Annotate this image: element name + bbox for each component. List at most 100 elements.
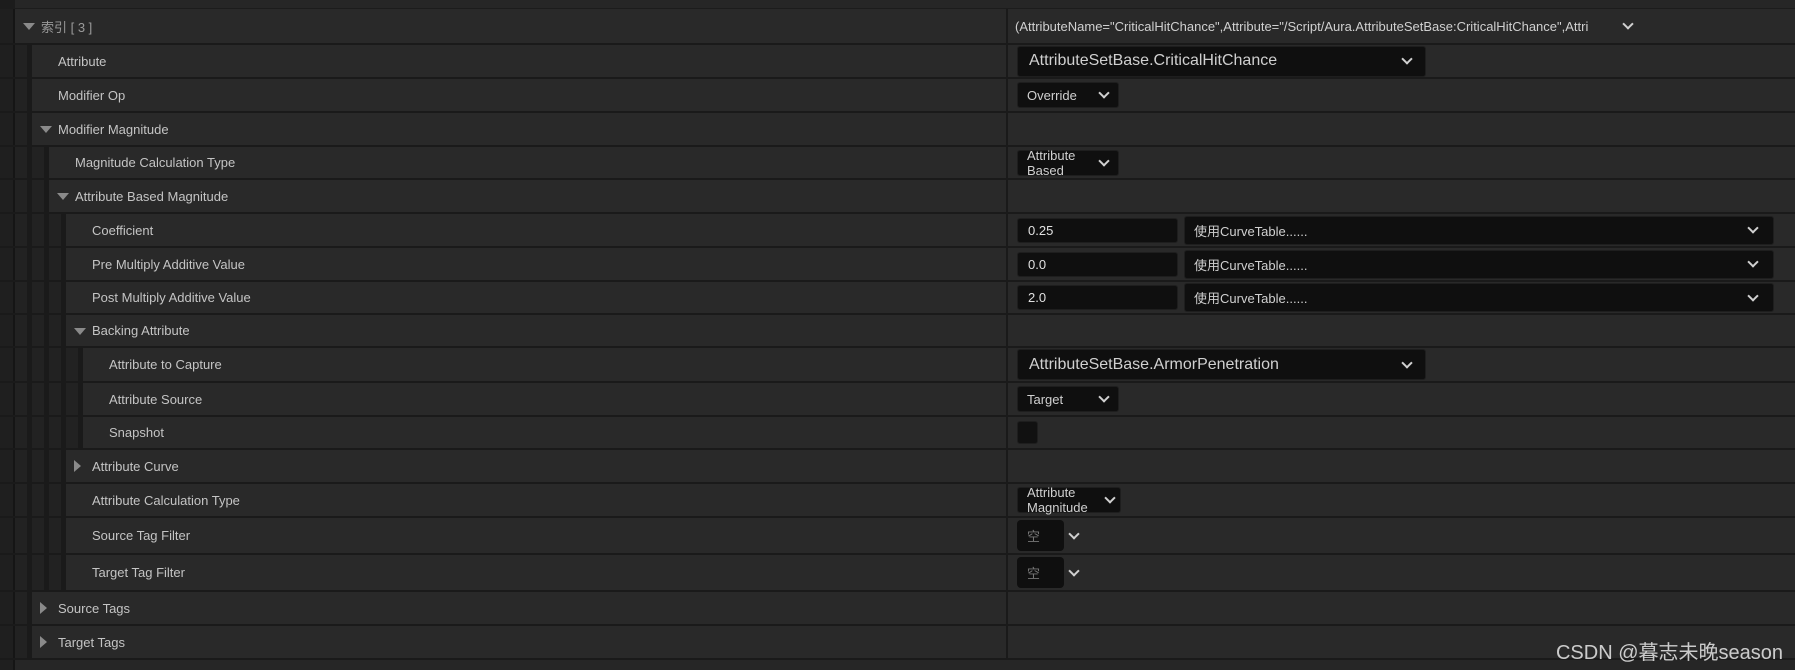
array-element-summary[interactable]: (AttributeName="CriticalHitChance",Attri…: [1015, 18, 1635, 34]
column-divider[interactable]: [1006, 214, 1008, 246]
property-label: Attribute: [58, 53, 107, 69]
outer-gutter: [0, 147, 15, 178]
property-label: Attribute Calculation Type: [92, 492, 240, 508]
property-value: 0.0 使用CurveTable......: [1017, 248, 1774, 280]
outer-gutter: [0, 79, 15, 111]
column-divider[interactable]: [1006, 315, 1008, 346]
indent-guide: [15, 417, 83, 448]
row-body: [66, 315, 1795, 346]
chevron-down-icon: [1098, 87, 1110, 99]
row-body: [83, 383, 1795, 415]
indent-guide: [15, 214, 66, 246]
curve-table-dropdown[interactable]: 使用CurveTable......: [1184, 249, 1774, 279]
tag-filter-box[interactable]: 空: [1017, 520, 1064, 551]
indent-guide: [15, 484, 66, 516]
column-divider[interactable]: [1006, 180, 1008, 212]
outer-gutter: [0, 45, 15, 77]
expand-arrow-down-icon[interactable]: [40, 126, 52, 133]
expand-arrow-right-icon[interactable]: [40, 602, 47, 614]
property-label: Attribute Source: [109, 391, 203, 407]
property-row-coefficient: Coefficient 0.25 使用CurveTable......: [0, 214, 1795, 248]
column-divider[interactable]: [1006, 147, 1008, 178]
indent-guide: [15, 555, 66, 590]
curve-table-dropdown[interactable]: 使用CurveTable......: [1184, 283, 1774, 312]
property-row-attribute-to-capture: Attribute to Capture AttributeSetBase.Arm…: [0, 348, 1795, 383]
curve-table-label: 使用CurveTable......: [1194, 291, 1308, 306]
attribute-dropdown[interactable]: AttributeSetBase.ArmorPenetration: [1017, 349, 1426, 380]
row-body: [49, 180, 1795, 212]
top-row-remnant: [15, 0, 1795, 8]
expand-arrow-right-icon[interactable]: [40, 636, 47, 648]
property-label: Attribute Based Magnitude: [75, 188, 229, 204]
number-input[interactable]: 2.0: [1017, 285, 1178, 310]
selected-value: Attribute Magnitude: [1027, 485, 1088, 515]
snapshot-checkbox[interactable]: [1017, 421, 1038, 444]
enum-dropdown[interactable]: Attribute Magnitude: [1017, 485, 1121, 515]
selected-value: AttributeSetBase.ArmorPenetration: [1029, 355, 1279, 373]
indent-guide: [15, 147, 49, 178]
column-divider[interactable]: [1006, 79, 1008, 111]
row-body: [66, 518, 1795, 553]
expand-arrow-down-icon[interactable]: [57, 193, 69, 200]
column-divider[interactable]: [1006, 113, 1008, 145]
property-label: Source Tag Filter: [92, 528, 191, 543]
tag-filter-chevron-icon: [1068, 564, 1080, 577]
column-divider[interactable]: [1006, 484, 1008, 516]
row-body: [32, 626, 1795, 658]
property-row-3: 索引 [ 3 ] (AttributeName="CriticalHitChanc…: [0, 9, 1795, 45]
enum-dropdown[interactable]: Target: [1017, 386, 1119, 412]
property-label: Backing Attribute: [92, 323, 190, 338]
outer-gutter: [0, 592, 15, 624]
row-body: [32, 79, 1795, 111]
row-body: [32, 45, 1795, 77]
enum-dropdown[interactable]: Override: [1017, 82, 1119, 108]
outer-gutter: [0, 450, 15, 482]
summary-text: (AttributeName="CriticalHitChance",Attri…: [1015, 18, 1589, 34]
outer-gutter: [0, 660, 15, 670]
tag-empty-label: 空: [1027, 529, 1041, 544]
column-divider[interactable]: [1006, 348, 1008, 381]
property-value: (AttributeName="CriticalHitChance",Attri…: [1015, 9, 1635, 43]
attribute-dropdown[interactable]: AttributeSetBase.CriticalHitChance: [1017, 45, 1426, 77]
column-divider[interactable]: [1006, 9, 1008, 43]
number-value: 0.0: [1028, 256, 1047, 272]
outer-gutter: [0, 518, 15, 553]
property-label: Target Tag Filter: [92, 565, 185, 580]
property-row-pre-multiply-additive-value: Pre Multiply Additive Value 0.0 使用CurveTab…: [0, 248, 1795, 282]
tag-empty-label: 空: [1027, 566, 1041, 581]
column-divider[interactable]: [1006, 518, 1008, 553]
property-label: Modifier Op: [58, 87, 126, 103]
column-divider[interactable]: [1006, 383, 1008, 415]
enum-dropdown[interactable]: Attribute Based: [1017, 148, 1119, 178]
expand-arrow-down-icon[interactable]: [74, 327, 86, 335]
indent-guide: [15, 45, 32, 77]
column-divider[interactable]: [1006, 282, 1008, 313]
property-label: Modifier Magnitude: [58, 121, 169, 137]
column-divider[interactable]: [1006, 626, 1008, 658]
property-value: 0.25 使用CurveTable......: [1017, 214, 1774, 246]
expand-arrow-right-icon[interactable]: [74, 460, 81, 472]
next-row-remnant: [0, 660, 1795, 670]
column-divider[interactable]: [1006, 592, 1008, 624]
column-divider[interactable]: [1006, 45, 1008, 77]
property-row-attribute-based-magnitude: Attribute Based Magnitude: [0, 180, 1795, 214]
property-value: Target: [1017, 383, 1119, 415]
column-divider[interactable]: [1006, 417, 1008, 448]
row-body: [32, 592, 1795, 624]
outer-gutter: [0, 113, 15, 145]
column-divider[interactable]: [1006, 450, 1008, 482]
column-divider[interactable]: [1006, 248, 1008, 280]
expand-arrow-down-icon[interactable]: [23, 23, 35, 30]
property-label: Magnitude Calculation Type: [75, 155, 236, 170]
outer-gutter: [0, 626, 15, 658]
number-input[interactable]: 0.25: [1017, 217, 1178, 243]
indent-guide: [15, 315, 66, 346]
outer-gutter: [0, 348, 15, 381]
outer-gutter: [0, 417, 15, 448]
tag-filter-box[interactable]: 空: [1017, 557, 1064, 588]
property-row-source-tags: Source Tags: [0, 592, 1795, 626]
number-input[interactable]: 0.0: [1017, 251, 1178, 277]
outer-gutter: [0, 214, 15, 246]
column-divider[interactable]: [1006, 555, 1008, 590]
curve-table-dropdown[interactable]: 使用CurveTable......: [1184, 215, 1774, 245]
